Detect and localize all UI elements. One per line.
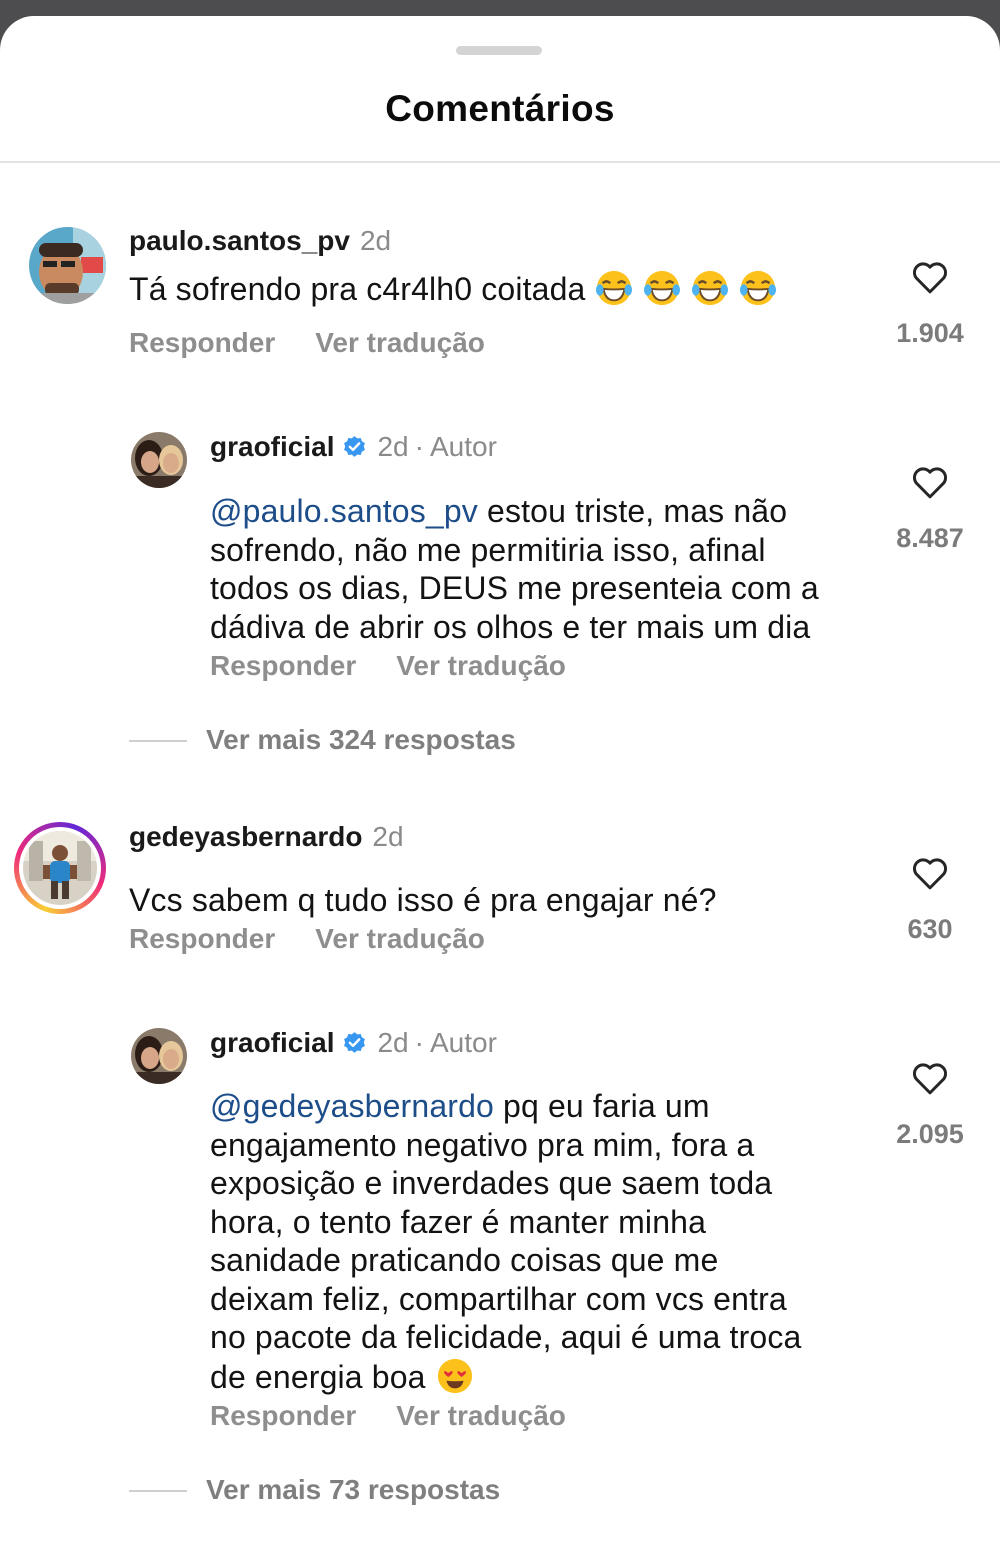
reply-meta: graoficial 2d · Autor — [210, 430, 497, 464]
header-divider — [0, 161, 1000, 163]
more-replies-line — [129, 1490, 187, 1492]
username[interactable]: gedeyasbernardo — [129, 821, 362, 852]
like-count: 630 — [907, 914, 953, 944]
translate-button[interactable]: Ver tradução — [396, 1400, 566, 1431]
comment-meta: paulo.santos_pv 2d — [129, 224, 391, 258]
heart-eyes-emoji — [437, 1358, 472, 1393]
reply-actions: Responder Ver tradução — [210, 1400, 566, 1432]
reply-button[interactable]: Responder — [210, 650, 356, 681]
more-replies-line — [129, 740, 187, 742]
reply-text: @gedeyasbernardo pq eu faria um engajame… — [210, 1087, 890, 1396]
like-button[interactable] — [880, 461, 980, 503]
mention-link[interactable]: @gedeyasbernardo — [210, 1088, 494, 1124]
comment-body: Tá sofrendo pra c4r4lh0 coitada — [129, 271, 586, 307]
author-badge: Autor — [429, 431, 497, 462]
reply-text: @paulo.santos_pv estou triste, mas não s… — [210, 492, 890, 646]
verified-badge-icon — [344, 1032, 366, 1053]
username[interactable]: graoficial — [210, 431, 334, 462]
reply-line: exposição e inverdades que saem toda — [210, 1165, 773, 1201]
drag-handle[interactable] — [456, 46, 542, 55]
mention-link[interactable]: @paulo.santos_pv — [210, 493, 478, 529]
like-button[interactable] — [880, 852, 980, 894]
comment-actions: Responder Ver tradução — [129, 327, 485, 359]
reply-line: sanidade praticando coisas que me — [210, 1242, 719, 1278]
avatar[interactable] — [131, 1028, 187, 1084]
laughing-tears-emoji — [692, 270, 729, 306]
verified-badge-icon — [344, 436, 366, 457]
reply-line: no pacote da felicidade, aqui é uma troc… — [210, 1319, 802, 1355]
reply-line: pq eu faria um — [493, 1088, 710, 1124]
like-button[interactable] — [880, 1057, 980, 1099]
avatar — [23, 831, 97, 905]
heart-outline-icon — [913, 467, 947, 499]
reply-meta: graoficial 2d · Autor — [210, 1026, 497, 1060]
reply-button[interactable]: Responder — [210, 1400, 356, 1431]
author-badge: Autor — [429, 1027, 497, 1058]
avatar[interactable] — [29, 227, 106, 304]
like-count: 2.095 — [896, 1119, 964, 1149]
reply-line: hora, o tento fazer é manter minha — [210, 1203, 707, 1240]
reply-line: deixam feliz, compartilhar com vcs entra — [210, 1280, 787, 1317]
laughing-tears-emoji — [596, 270, 633, 306]
view-more-replies-button[interactable]: Ver mais 73 respostas — [206, 1474, 500, 1506]
like-button[interactable] — [880, 256, 980, 298]
avatar[interactable] — [131, 432, 187, 488]
separator: · — [414, 1027, 424, 1058]
view-more-replies-button[interactable]: Ver mais 324 respostas — [206, 724, 516, 756]
avatar-story-ring[interactable] — [14, 822, 106, 914]
timestamp: 2d — [377, 431, 409, 462]
laughing-tears-emoji — [740, 270, 777, 306]
separator: · — [414, 431, 424, 462]
reply-line: dádiva de abrir os olhos e ter mais um d… — [210, 608, 811, 645]
reply-actions: Responder Ver tradução — [210, 650, 566, 682]
heart-outline-icon — [913, 858, 947, 890]
translate-button[interactable]: Ver tradução — [315, 327, 485, 358]
laughing-tears-emoji — [644, 270, 681, 306]
username[interactable]: graoficial — [210, 1027, 334, 1058]
translate-button[interactable]: Ver tradução — [396, 650, 566, 681]
like-count: 8.487 — [896, 523, 964, 553]
heart-outline-icon — [913, 262, 947, 294]
reply-line: estou triste, mas não — [477, 493, 788, 529]
reply-line: sofrendo, não me permitiria isso, afinal — [210, 531, 766, 568]
timestamp: 2d — [359, 225, 392, 256]
comment-text: Vcs sabem q tudo isso é pra engajar né? — [129, 882, 717, 918]
comment-actions: Responder Ver tradução — [129, 923, 485, 955]
reply-line: engajamento negativo pra mim, fora a — [210, 1126, 755, 1163]
translate-button[interactable]: Ver tradução — [315, 923, 485, 954]
reply-button[interactable]: Responder — [129, 327, 275, 358]
reply-line: todos os dias, DEUS me presenteia com a — [210, 570, 819, 606]
reply-button[interactable]: Responder — [129, 923, 275, 954]
like-count: 1.904 — [896, 318, 964, 348]
timestamp: 2d — [372, 821, 404, 852]
comment-text: Tá sofrendo pra c4r4lh0 coitada — [129, 269, 869, 309]
comments-sheet: Comentários paulo.santos_pv 2d Tá sofrend… — [0, 16, 1000, 1560]
username[interactable]: paulo.santos_pv — [129, 225, 350, 256]
timestamp: 2d — [377, 1027, 409, 1058]
page-title: Comentários — [385, 88, 615, 129]
comment-meta: gedeyasbernardo 2d — [129, 820, 404, 854]
heart-outline-icon — [913, 1063, 947, 1095]
reply-line: de energia boa — [210, 1358, 426, 1395]
